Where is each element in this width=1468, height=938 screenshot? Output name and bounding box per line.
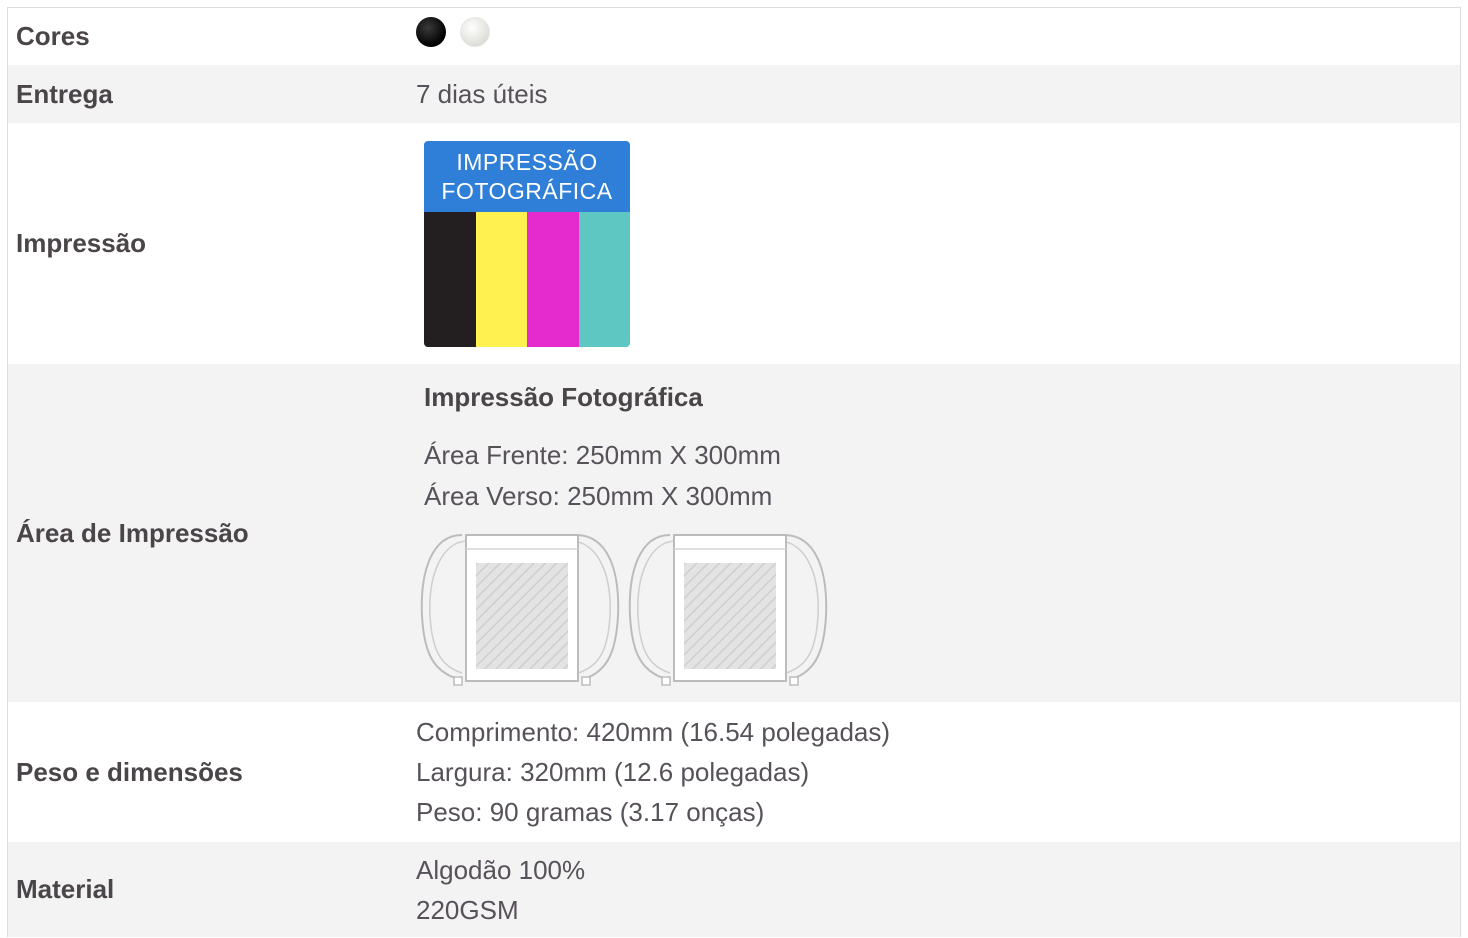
area-block: Impressão Fotográfica Área Frente: 250mm… — [420, 377, 1460, 689]
row-peso: Peso e dimensões Comprimento: 420mm (16.… — [8, 702, 1460, 842]
material-line-1: Algodão 100% — [416, 854, 586, 885]
row-label-entrega: Entrega — [16, 78, 113, 109]
row-label-area: Área de Impressão — [16, 517, 249, 548]
row-value-material: Algodão 100% 220GSM — [416, 850, 1460, 930]
badge-line-1: IMPRESSÃO — [456, 148, 598, 175]
row-label-material: Material — [16, 874, 115, 904]
area-title: Impressão Fotográfica — [424, 382, 703, 412]
bag-back-icon — [628, 534, 828, 686]
bag-diagrams — [418, 531, 1460, 689]
row-cores: Cores — [8, 8, 1460, 65]
badge-line-2: FOTOGRÁFICA — [441, 177, 613, 204]
row-value-cores — [416, 16, 1460, 47]
row-entrega: Entrega 7 dias úteis — [8, 65, 1460, 123]
photo-print-badge-icon: IMPRESSÃO FOTOGRÁFICA — [424, 140, 630, 347]
cmyk-bar-cyan — [578, 211, 630, 347]
row-label-impressao: Impressão — [16, 228, 147, 258]
color-swatches — [416, 16, 1460, 47]
width-text: Largura: 320mm (12.6 polegadas) — [416, 757, 810, 787]
weight-text: Peso: 90 gramas (3.17 onças) — [416, 797, 765, 827]
row-label-cores: Cores — [16, 21, 90, 51]
spec-table: Cores Entrega 7 dias úteis Impressão IMP… — [7, 7, 1461, 937]
cmyk-bars — [424, 211, 630, 347]
row-value-entrega: 7 dias úteis — [416, 79, 548, 109]
cmyk-bar-magenta — [527, 211, 579, 347]
row-area: Área de Impressão Impressão Fotográfica … — [8, 364, 1460, 702]
badge-heading: IMPRESSÃO FOTOGRÁFICA — [424, 140, 630, 212]
length-text: Comprimento: 420mm (16.54 polegadas) — [416, 717, 891, 747]
color-swatch-black[interactable] — [416, 16, 446, 47]
cmyk-bar-yellow — [475, 211, 527, 347]
color-swatch-white[interactable] — [460, 16, 490, 47]
row-value-area: Impressão Fotográfica Área Frente: 250mm… — [416, 377, 1460, 689]
row-label-peso: Peso e dimensões — [16, 756, 243, 787]
row-material: Material Algodão 100% 220GSM — [8, 842, 1460, 937]
cmyk-bar-black — [424, 211, 476, 347]
row-value-peso: Comprimento: 420mm (16.54 polegadas) Lar… — [416, 712, 1460, 832]
row-impressao: Impressão IMPRESSÃO FOTOGRÁFICA — [8, 123, 1460, 364]
material-line-2: 220GSM — [416, 894, 519, 925]
bag-front-icon — [420, 534, 620, 686]
row-value-impressao: IMPRESSÃO FOTOGRÁFICA — [416, 140, 1460, 347]
area-front: Área Frente: 250mm X 300mm — [424, 440, 781, 470]
area-back: Área Verso: 250mm X 300mm — [424, 481, 773, 511]
